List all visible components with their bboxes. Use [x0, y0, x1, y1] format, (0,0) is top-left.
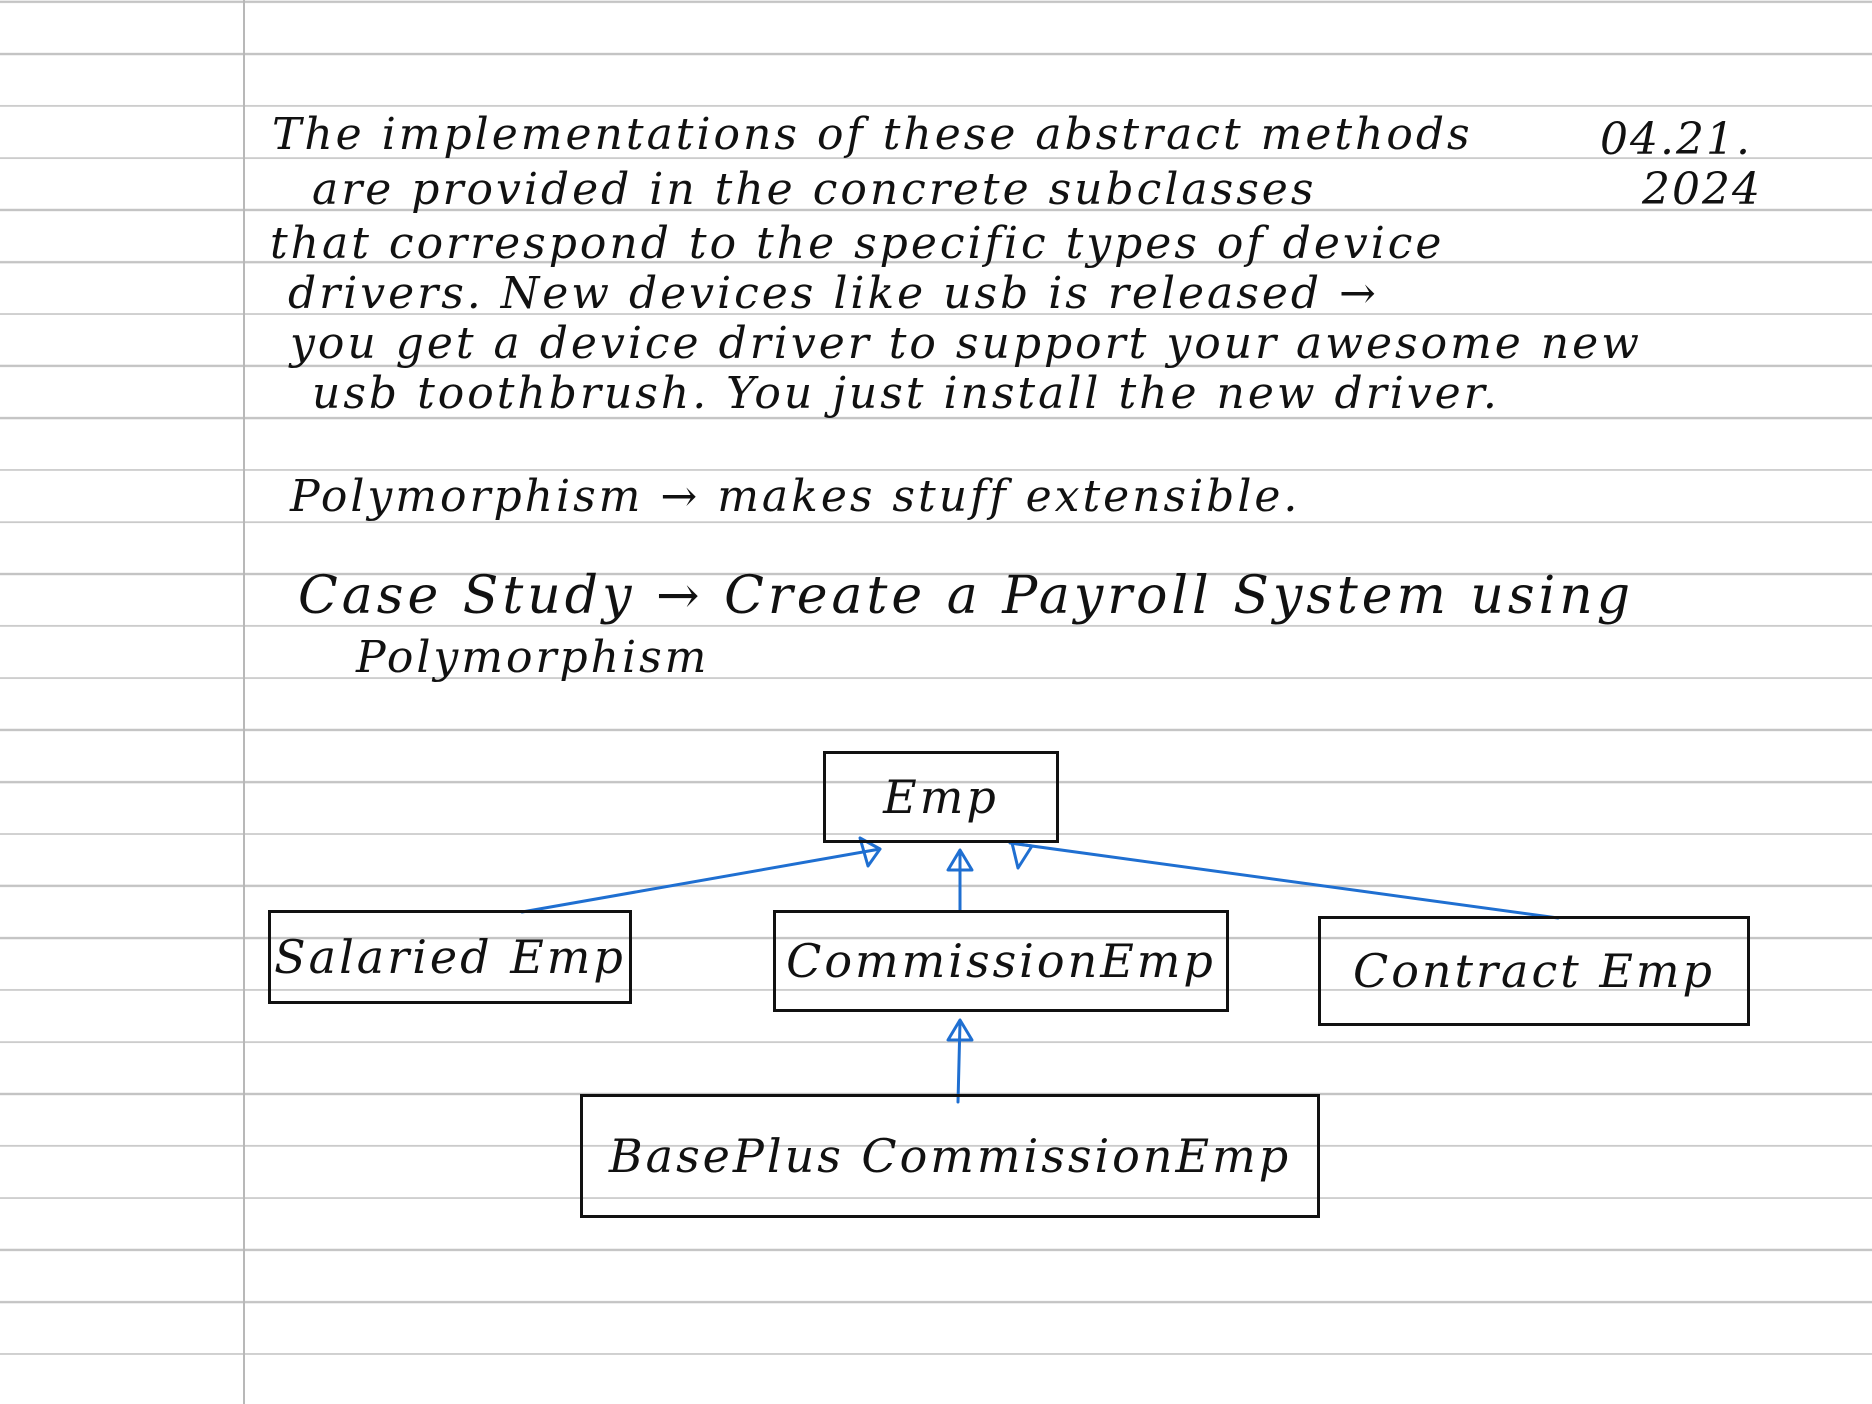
class-label-base-plus-commission-emp: BasePlus CommissionEmp — [608, 1129, 1292, 1183]
class-label-commission-emp: CommissionEmp — [786, 934, 1216, 988]
class-box-base-plus-commission-emp: BasePlus CommissionEmp — [580, 1094, 1320, 1218]
class-box-salaried-emp: Salaried Emp — [268, 910, 632, 1004]
class-box-commission-emp: CommissionEmp — [773, 910, 1229, 1012]
arrowhead-contract — [1010, 841, 1034, 870]
arrow-baseplus-to-commission — [956, 1020, 962, 1104]
notebook-page: 04.21. 2024 The implementations of these… — [0, 0, 1872, 1404]
class-box-contract-emp: Contract Emp — [1318, 916, 1750, 1026]
arrow-salaried-to-emp — [520, 847, 882, 914]
arrow-contract-to-emp — [1008, 841, 1560, 920]
class-label-emp: Emp — [883, 770, 999, 824]
class-label-contract-emp: Contract Emp — [1353, 944, 1715, 998]
class-box-emp: Emp — [823, 751, 1059, 843]
class-label-salaried-emp: Salaried Emp — [274, 930, 626, 984]
